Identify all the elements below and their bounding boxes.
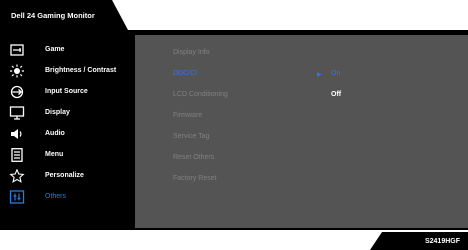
nav-item-display[interactable]: Display	[3, 103, 133, 123]
menu-icon	[9, 148, 25, 162]
nav-item-audio[interactable]: Audio	[3, 124, 133, 144]
nav-item-menu[interactable]: Menu	[3, 145, 133, 165]
option-ddc-ci[interactable]: DDC/CI	[173, 70, 197, 77]
ddc-value-on[interactable]: On	[331, 70, 340, 77]
star-icon	[9, 169, 25, 183]
nav-label-others: Others	[45, 193, 67, 200]
selection-arrow-icon: ▶	[317, 72, 322, 78]
nav-item-input-source[interactable]: Input Source	[3, 82, 133, 102]
nav-label-audio: Audio	[45, 130, 65, 137]
nav-item-game[interactable]: Game	[3, 40, 133, 60]
nav-label-brightness-contrast: Brightness / Contrast	[45, 67, 117, 74]
osd-sidebar: Game Brightness / Contrast Input Source …	[3, 35, 133, 228]
option-display-info[interactable]: Display Info	[173, 49, 210, 56]
display-icon	[9, 106, 25, 120]
osd-panel: Game Brightness / Contrast Input Source …	[0, 30, 468, 230]
nav-label-game: Game	[45, 46, 65, 53]
ddc-value-off[interactable]: Off	[331, 91, 341, 98]
nav-label-input-source: Input Source	[45, 88, 88, 95]
osd-content: Display Info DDC/CI LCD Conditioning Fir…	[135, 35, 468, 228]
input-source-icon	[9, 85, 25, 99]
brightness-icon	[9, 64, 25, 78]
nav-item-personalize[interactable]: Personalize	[3, 166, 133, 186]
nav-label-personalize: Personalize	[45, 172, 84, 179]
nav-item-others[interactable]: Others	[3, 187, 133, 207]
option-reset-others[interactable]: Reset Others	[173, 154, 214, 161]
option-lcd-conditioning[interactable]: LCD Conditioning	[173, 91, 228, 98]
option-firmware[interactable]: Firmware	[173, 112, 202, 119]
nav-label-menu: Menu	[45, 151, 64, 158]
nav-item-brightness-contrast[interactable]: Brightness / Contrast	[3, 61, 133, 81]
monitor-title: Dell 24 Gaming Monitor	[11, 11, 95, 20]
others-icon	[9, 190, 25, 204]
option-factory-reset[interactable]: Factory Reset	[173, 175, 217, 182]
gamepad-icon	[9, 43, 25, 57]
model-number: S2419HGF	[424, 238, 460, 245]
option-service-tag[interactable]: Service Tag	[173, 133, 209, 140]
speaker-icon	[9, 127, 25, 141]
nav-label-display: Display	[45, 109, 70, 116]
